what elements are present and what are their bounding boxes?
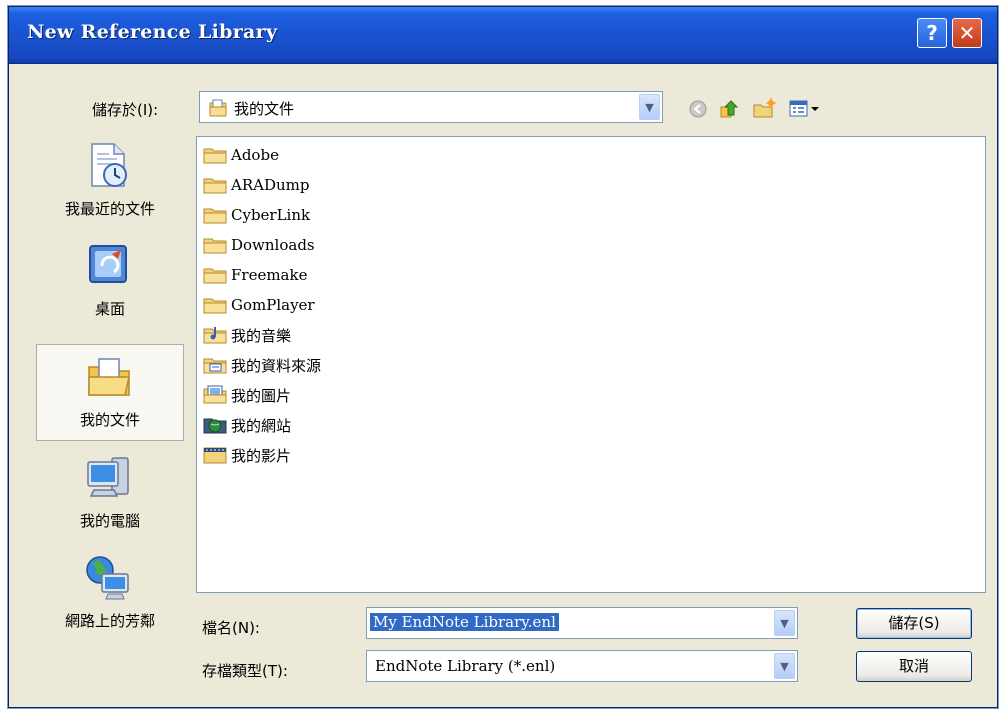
desktop-icon [89, 245, 127, 283]
filename-label: 檔名(N): [202, 619, 260, 637]
pictures-folder-icon [203, 385, 227, 404]
my-computer-icon [87, 457, 129, 497]
place-my-computer[interactable]: 我的電腦 [36, 446, 184, 544]
my-documents-small-icon [209, 99, 227, 117]
filename-dropdown-arrow[interactable]: ▼ [774, 610, 795, 636]
back-icon[interactable] [685, 97, 711, 121]
place-desktop[interactable]: 桌面 [36, 234, 184, 332]
file-list[interactable]: Adobe ARADump CyberLink Downloads Freema… [196, 136, 986, 593]
save-in-label: 儲存於(I): [92, 101, 159, 119]
folder-icon [203, 298, 227, 314]
file-item-cyberlink[interactable]: CyberLink [203, 201, 310, 229]
view-menu-icon[interactable] [787, 97, 821, 121]
file-item-aradump[interactable]: ARADump [203, 171, 309, 199]
filetype-dropdown[interactable]: EndNote Library (*.enl) ▼ [366, 650, 798, 682]
save-in-value: 我的文件 [234, 100, 295, 118]
file-item-my-websites[interactable]: 我的網站 [203, 411, 291, 439]
window-title: New Reference Library [27, 21, 278, 43]
help-button[interactable]: ? [917, 18, 947, 48]
filetype-dropdown-arrow[interactable]: ▼ [774, 653, 795, 679]
file-name: Downloads [231, 236, 315, 254]
music-folder-icon [203, 327, 227, 344]
recent-documents-icon [91, 143, 127, 187]
cancel-button[interactable]: 取消 [856, 651, 972, 682]
network-places-icon [86, 556, 129, 600]
folder-icon [203, 148, 227, 164]
file-item-my-music[interactable]: 我的音樂 [203, 321, 291, 349]
filetype-label: 存檔類型(T): [202, 662, 288, 680]
file-name: 我的圖片 [231, 386, 292, 405]
file-name: GomPlayer [231, 296, 315, 314]
filetype-value: EndNote Library (*.enl) [375, 657, 556, 675]
file-item-my-videos[interactable]: 我的影片 [203, 441, 291, 469]
folder-icon [203, 208, 227, 224]
place-my-documents[interactable]: 我的文件 [36, 344, 184, 441]
websites-folder-icon [203, 418, 227, 434]
up-folder-icon[interactable] [717, 97, 743, 121]
place-network-places[interactable]: 網路上的芳鄰 [36, 546, 184, 644]
folder-icon [203, 178, 227, 194]
save-dialog-window: New Reference Library ? ✕ 儲存於(I): 我的文件 ▼ [8, 6, 998, 708]
place-recent-documents[interactable]: 我最近的文件 [36, 134, 184, 232]
file-item-downloads[interactable]: Downloads [203, 231, 315, 259]
save-in-dropdown[interactable]: 我的文件 ▼ [199, 91, 663, 123]
file-name: 我的資料來源 [231, 356, 322, 375]
file-item-adobe[interactable]: Adobe [203, 141, 279, 169]
data-sources-folder-icon [203, 358, 227, 374]
place-label: 網路上的芳鄰 [64, 612, 155, 630]
filename-value: My EndNote Library.enl [370, 613, 559, 631]
new-folder-icon[interactable] [751, 97, 777, 121]
folder-icon [203, 268, 227, 284]
file-item-my-pictures[interactable]: 我的圖片 [203, 381, 291, 409]
file-name: ARADump [231, 176, 310, 194]
place-label: 我的文件 [79, 411, 140, 429]
file-name: CyberLink [231, 206, 311, 224]
videos-folder-icon [203, 447, 227, 464]
title-bar[interactable]: New Reference Library ? ✕ [9, 7, 997, 64]
place-label: 桌面 [94, 300, 125, 318]
place-label: 我的電腦 [79, 512, 140, 530]
close-button[interactable]: ✕ [952, 18, 982, 48]
save-in-dropdown-arrow[interactable]: ▼ [639, 94, 660, 120]
filename-input[interactable]: My EndNote Library.enl ▼ [366, 607, 798, 639]
file-name: 我的影片 [231, 446, 292, 465]
file-name: Freemake [231, 266, 308, 284]
file-name: Adobe [231, 146, 279, 164]
file-item-gomplayer[interactable]: GomPlayer [203, 291, 315, 319]
place-label: 我最近的文件 [64, 200, 155, 218]
places-bar: 我最近的文件 桌面 我的文件 我的電腦 網路上的芳鄰 [36, 134, 184, 634]
folder-icon [203, 238, 227, 254]
save-button[interactable]: 儲存(S) [856, 608, 972, 639]
file-item-freemake[interactable]: Freemake [203, 261, 307, 289]
my-documents-icon [88, 358, 130, 396]
file-name: 我的網站 [231, 416, 292, 435]
file-item-my-data-sources[interactable]: 我的資料來源 [203, 351, 321, 379]
file-name: 我的音樂 [231, 326, 292, 345]
